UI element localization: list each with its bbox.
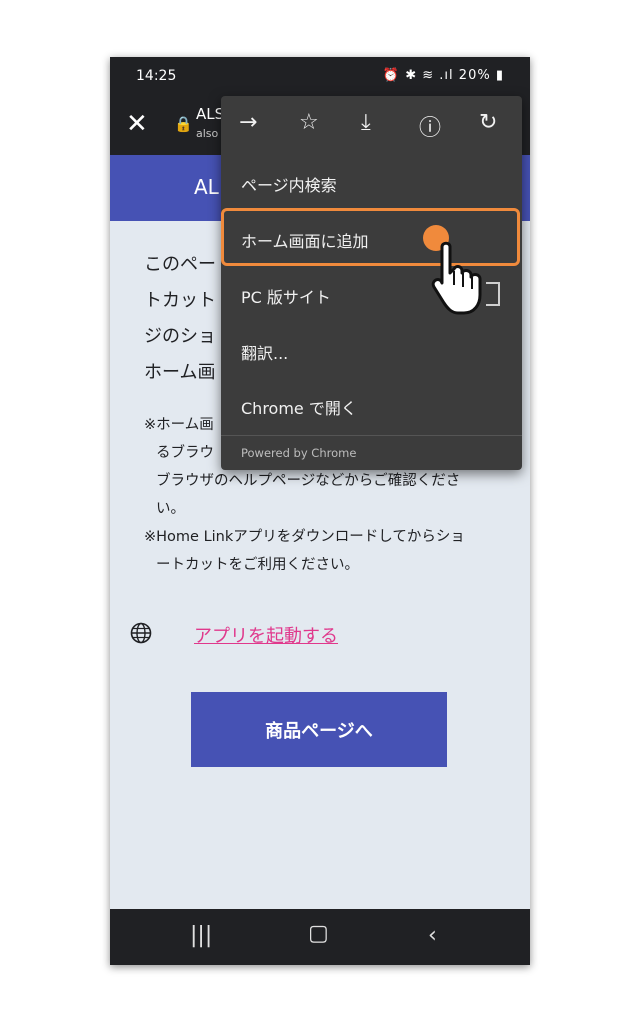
status-icons: ⏰ ✱ ≋ .ıl 20% ▮ (383, 68, 504, 83)
menu-item-translate[interactable]: 翻訳... (241, 340, 288, 364)
note-line-5: ※Home Linkアプリをダウンロードしてからショ (144, 529, 465, 545)
home-icon[interactable]: ▢ (308, 921, 329, 946)
menu-item-find-in-page[interactable]: ページ内検索 (241, 172, 337, 196)
download-icon[interactable]: ⤓ (361, 110, 371, 135)
refresh-icon[interactable]: ↻ (479, 110, 497, 135)
note-line-6: ートカットをご利用ください。 (156, 557, 359, 573)
close-icon[interactable]: ✕ (126, 109, 148, 139)
status-time: 14:25 (136, 68, 177, 84)
product-page-button[interactable]: 商品ページへ (191, 692, 447, 767)
forward-icon[interactable]: → (239, 110, 257, 135)
globe-icon (130, 622, 152, 644)
status-bar: 14:25 ⏰ ✱ ≋ .ıl 20% ▮ (110, 57, 530, 97)
recent-apps-icon[interactable]: ||| (190, 923, 212, 948)
note-line-3: ブラウザのヘルプページなどからご確認くださ (156, 473, 461, 489)
page-title-tab: ALS (196, 105, 225, 123)
battery-percent: 20% (458, 68, 491, 83)
note-line-4: い。 (156, 501, 185, 517)
battery-icon: ▮ (495, 68, 504, 83)
phone-screen: 14:25 ⏰ ✱ ≋ .ıl 20% ▮ ✕ 🔒 ALS also AL この… (110, 57, 530, 965)
body-line-2: トカット (144, 290, 216, 311)
site-header-title: AL (194, 175, 219, 199)
body-line-3: ジのショ (144, 326, 216, 347)
body-line-1: このペー (144, 254, 216, 275)
menu-item-desktop-site[interactable]: PC 版サイト (241, 284, 331, 308)
body-line-4: ホーム画 (144, 362, 216, 383)
info-icon[interactable]: ⓘ (419, 110, 441, 142)
back-icon[interactable]: ‹ (428, 923, 437, 948)
star-icon[interactable]: ☆ (299, 110, 319, 135)
lock-icon: 🔒 (174, 115, 193, 133)
menu-toolbar: → ☆ ⤓ ⓘ ↻ (221, 96, 522, 154)
launch-app-link[interactable]: アプリを起動する (194, 622, 338, 648)
powered-by-chrome: Powered by Chrome (241, 446, 357, 460)
menu-item-open-in-chrome[interactable]: Chrome で開く (241, 395, 357, 419)
url-text[interactable]: also (196, 127, 218, 140)
menu-divider (221, 435, 522, 436)
pointing-hand-icon (431, 241, 482, 315)
android-nav-bar: ||| ▢ ‹ (110, 909, 530, 965)
status-indicator-icons: ⏰ ✱ ≋ .ıl (382, 68, 454, 83)
note-line-1: ※ホーム画 (144, 417, 214, 433)
note-line-2: るブラウ (156, 445, 214, 461)
